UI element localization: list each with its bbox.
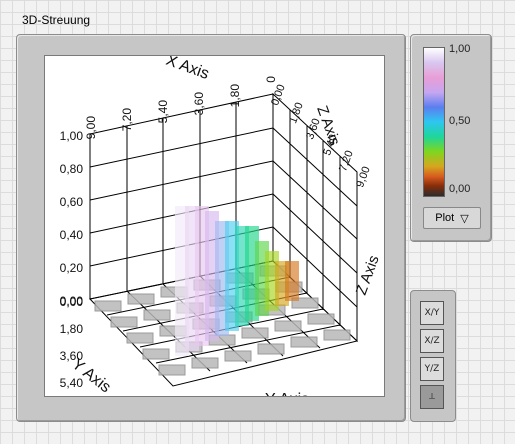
floor-marker (94, 300, 122, 312)
floor-marker (274, 320, 302, 332)
floor-marker (127, 293, 155, 305)
floor-marker (142, 348, 170, 360)
yz-plane-view-button[interactable]: Y/Z (420, 357, 444, 381)
floor-marker (241, 327, 269, 339)
x-tick-label: 0 (264, 76, 278, 83)
3d-plot-area[interactable]: 1,00 0,80 0,60 0,40 0,20 0,00 9,00 7,20 5,40 3,60… (44, 55, 385, 397)
floor-marker (143, 309, 171, 321)
floor-marker (224, 350, 252, 362)
yz-plane-icon: Y/Z (424, 364, 440, 374)
floor-marker (257, 343, 285, 355)
xy-plane-icon: X/Y (424, 308, 440, 318)
z-tick-label: 0,80 (60, 162, 84, 176)
x-tick-label: 5,40 (156, 100, 170, 124)
view-tool-palette: X/Y X/Z Y/Z ⟂ (410, 290, 456, 422)
z-tick-label: 1,00 (60, 129, 84, 143)
x-tick-label: 1,80 (228, 84, 242, 108)
colorbar-max-label: 1,00 (449, 43, 471, 55)
x-tick-label: 3,60 (192, 92, 206, 116)
floor-marker (191, 357, 219, 369)
floor-marker (158, 364, 186, 376)
y-tick-label: 5,40 (60, 376, 84, 390)
plot-selector-button[interactable]: Plot ▽ (423, 207, 481, 229)
floor-marker (323, 329, 351, 341)
floor-marker (126, 332, 154, 344)
bottom-axis-title: Y Axis (265, 391, 309, 396)
plot-selector-label: Plot (435, 212, 455, 224)
floor-marker (307, 313, 335, 325)
xz-plane-icon: X/Z (424, 336, 440, 346)
right-tick-label: 9,00 (354, 165, 373, 189)
floor-marker (110, 316, 138, 328)
colorbar[interactable] (423, 47, 445, 197)
rotate-3d-button[interactable]: ⟂ (420, 385, 444, 409)
colorbar-mid-label: 0,50 (449, 115, 471, 127)
y-tick-label: 0,00 (60, 295, 84, 309)
rotate-3d-icon: ⟂ (428, 392, 435, 402)
y-tick-label: 1,80 (60, 322, 84, 336)
x-axis-title: X Axis (164, 56, 212, 83)
data-column (285, 261, 299, 301)
z-tick-label: 0,20 (60, 261, 84, 275)
xz-plane-view-button[interactable]: X/Z (420, 329, 444, 353)
xy-plane-view-button[interactable]: X/Y (420, 301, 444, 325)
z-tick-label: 0,60 (60, 195, 84, 209)
right-tick-label: 0,00 (269, 83, 288, 107)
data-columns (175, 206, 299, 356)
x-tick-label: 7,20 (120, 108, 134, 132)
color-scale-legend: 1,00 0,50 0,00 Plot ▽ (410, 34, 492, 242)
x-tick-label: 9,00 (84, 116, 98, 140)
chevron-down-icon: ▽ (460, 212, 469, 225)
colorbar-min-label: 0,00 (449, 183, 471, 195)
floor-marker (290, 336, 318, 348)
z-tick-label: 0,40 (60, 228, 84, 242)
3d-scatter-graph[interactable]: 1,000,800,600,400,200,009,00 7,20 5,40 3,60… (45, 56, 384, 396)
window-title: 3D-Streuung (22, 13, 91, 27)
plot-frame: 1,00 0,80 0,60 0,40 0,20 0,00 9,00 7,20 5,40 3,60… (16, 34, 406, 422)
right-tick-label: 7,20 (337, 149, 356, 173)
